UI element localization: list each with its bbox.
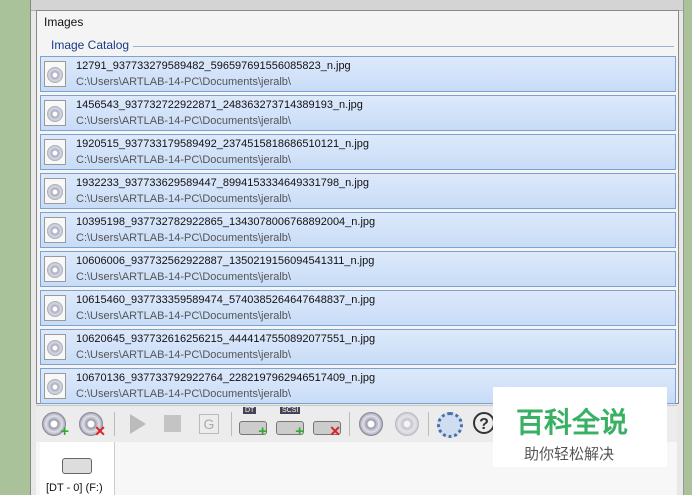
gear-icon <box>437 412 463 438</box>
file-name: 1932233_937733629589447_8994153334649331… <box>76 177 370 189</box>
file-name: 1456543_937732722922871_2483632737143891… <box>76 99 363 111</box>
file-name: 10620645_937732616256215_444414755089207… <box>76 333 376 345</box>
file-path: C:\Users\ARTLAB-14-PC\Documents\jeralb\ <box>76 349 291 361</box>
file-path: C:\Users\ARTLAB-14-PC\Documents\jeralb\ <box>76 271 291 283</box>
file-path: C:\Users\ARTLAB-14-PC\Documents\jeralb\ <box>76 388 291 400</box>
virtual-drive-item[interactable]: [DT - 0] (F:) <box>40 442 115 495</box>
panel-title: Images <box>44 15 84 29</box>
file-name: 10395198_937732782922865_134307800676889… <box>76 216 376 228</box>
g-icon: G <box>199 414 219 434</box>
play-button[interactable] <box>124 411 150 437</box>
images-panel: Images Image Catalog 12791_9377332795894… <box>36 10 679 404</box>
disc-image-icon <box>44 217 66 243</box>
add-dt-drive-button[interactable]: DT + <box>239 407 267 440</box>
disc-image-icon <box>44 61 66 87</box>
watermark-subtitle: 助你轻松解决 <box>524 445 615 463</box>
file-path: C:\Users\ARTLAB-14-PC\Documents\jeralb\ <box>76 76 291 88</box>
toolbar-separator <box>428 412 429 436</box>
drive-label: [DT - 0] (F:) <box>46 482 103 494</box>
add-scsi-drive-button[interactable]: SCSI + <box>276 407 304 440</box>
file-path: C:\Users\ARTLAB-14-PC\Documents\jeralb\ <box>76 232 291 244</box>
disc-image-icon <box>44 373 66 399</box>
unmount-button[interactable] <box>394 411 420 437</box>
toolbar-separator <box>231 412 232 436</box>
list-item[interactable]: 12791_937733279589482_596597691556085823… <box>40 56 676 92</box>
file-path: C:\Users\ARTLAB-14-PC\Documents\jeralb\ <box>76 310 291 322</box>
disc-image-icon <box>44 256 66 282</box>
list-item[interactable]: 1456543_937732722922871_2483632737143891… <box>40 95 676 131</box>
disc-image-icon <box>44 100 66 126</box>
toolbar-separator <box>349 412 350 436</box>
drive-icon <box>62 458 92 474</box>
disc-image-icon <box>44 295 66 321</box>
scsi-badge: SCSI <box>280 407 301 414</box>
stop-icon <box>164 415 181 432</box>
list-item[interactable]: 1920515_937733179589492_2374515818686510… <box>40 134 676 170</box>
stop-button[interactable] <box>160 411 186 437</box>
mount-button[interactable] <box>358 411 384 437</box>
disc-image-icon <box>44 178 66 204</box>
disc-icon <box>395 412 419 436</box>
file-path: C:\Users\ARTLAB-14-PC\Documents\jeralb\ <box>76 154 291 166</box>
dt-badge: DT <box>243 407 257 414</box>
play-icon <box>130 414 146 434</box>
list-item[interactable]: 10620645_937732616256215_444414755089207… <box>40 329 676 365</box>
image-list[interactable]: 12791_937733279589482_596597691556085823… <box>40 56 676 407</box>
catalog-divider <box>133 46 674 47</box>
file-name: 10670136_937733792922764_228219796294651… <box>76 372 376 384</box>
settings-button[interactable] <box>436 411 463 438</box>
list-item[interactable]: 10395198_937732782922865_134307800676889… <box>40 212 676 248</box>
file-name: 1920515_937733179589492_2374515818686510… <box>76 138 370 150</box>
file-name: 10615460_937733359589474_574038526464764… <box>76 294 376 306</box>
disc-image-icon <box>44 139 66 165</box>
file-name: 12791_937733279589482_596597691556085823… <box>76 60 351 72</box>
add-image-button[interactable]: + <box>41 411 69 440</box>
list-item[interactable]: 10615460_937733359589474_574038526464764… <box>40 290 676 326</box>
image-catalog-label: Image Catalog <box>51 38 130 52</box>
g-button[interactable]: G <box>196 411 222 437</box>
watermark-title: 百科全说 <box>516 406 629 439</box>
file-name: 10606006_937732562922887_135021915609454… <box>76 255 375 267</box>
watermark-logo: 百科全说 助你轻松解决 <box>493 387 667 467</box>
help-icon: ? <box>473 412 495 434</box>
remove-drive-button[interactable]: ✕ <box>313 411 341 439</box>
list-item[interactable]: 10606006_937732562922887_135021915609454… <box>40 251 676 287</box>
file-path: C:\Users\ARTLAB-14-PC\Documents\jeralb\ <box>76 115 291 127</box>
file-path: C:\Users\ARTLAB-14-PC\Documents\jeralb\ <box>76 193 291 205</box>
toolbar-separator <box>114 412 115 436</box>
remove-image-button[interactable]: ✕ <box>78 411 106 439</box>
list-item[interactable]: 1932233_937733629589447_8994153334649331… <box>40 173 676 209</box>
disc-image-icon <box>44 334 66 360</box>
disc-save-icon <box>359 412 383 436</box>
